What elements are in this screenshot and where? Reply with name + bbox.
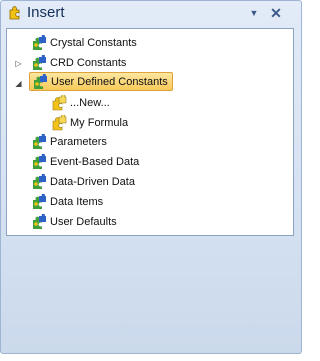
expand-icon[interactable]: ▷ bbox=[14, 59, 23, 68]
tree-item-new[interactable]: ...New... bbox=[51, 94, 110, 112]
puzzle-icon bbox=[31, 153, 47, 170]
tree-item-label: Data-Driven Data bbox=[50, 176, 135, 188]
puzzle-icon bbox=[31, 213, 47, 230]
tree-item-label: User Defaults bbox=[50, 216, 117, 228]
puzzle-icon bbox=[31, 34, 47, 51]
tree-item-label: User Defined Constants bbox=[51, 75, 168, 88]
tree-item-label: CRD Constants bbox=[50, 57, 127, 69]
puzzle-icon bbox=[31, 133, 47, 150]
puzzle-icon bbox=[31, 54, 47, 71]
tree-item-label: My Formula bbox=[70, 117, 129, 129]
tree-item-label: Crystal Constants bbox=[50, 37, 137, 49]
tree-item-label: Data Items bbox=[50, 196, 104, 208]
panel-title: Insert bbox=[27, 4, 65, 21]
pin-down-icon[interactable]: ▼ bbox=[247, 6, 261, 20]
puzzle-icon bbox=[31, 193, 47, 210]
tree-item-data-items[interactable]: Data Items bbox=[31, 193, 103, 211]
puzzle-icon bbox=[31, 173, 47, 190]
tree-item-user-defaults[interactable]: User Defaults bbox=[31, 213, 117, 231]
tree-item-label: ...New... bbox=[70, 97, 110, 109]
insert-panel: Insert ▼ ✕ Crystal Constants ▷ CRD Const… bbox=[0, 0, 302, 354]
tree-item-my-formula[interactable]: My Formula bbox=[51, 114, 128, 132]
tree-item-crystal-constants[interactable]: Crystal Constants bbox=[31, 34, 137, 52]
tree-item-event-based-data[interactable]: Event-Based Data bbox=[31, 153, 139, 171]
puzzle-icon bbox=[32, 72, 48, 90]
tree-item-data-driven-data[interactable]: Data-Driven Data bbox=[31, 173, 135, 191]
close-icon[interactable]: ✕ bbox=[269, 6, 283, 20]
tree-item-label: Parameters bbox=[50, 136, 107, 148]
tree-item-parameters[interactable]: Parameters bbox=[31, 133, 107, 151]
collapse-icon[interactable]: ◢ bbox=[14, 79, 23, 88]
tree-view[interactable]: Crystal Constants ▷ CRD Constants ◢ User… bbox=[6, 28, 294, 236]
title-bar: Insert ▼ ✕ bbox=[1, 1, 301, 25]
puzzle-yellow-icon bbox=[51, 94, 67, 111]
puzzle-yellow-icon bbox=[51, 114, 67, 131]
puzzle-icon bbox=[7, 5, 23, 21]
tree-item-crd-constants[interactable]: CRD Constants bbox=[31, 54, 126, 72]
tree-item-user-defined-constants[interactable]: User Defined Constants bbox=[29, 72, 173, 91]
tree-item-label: Event-Based Data bbox=[50, 156, 140, 168]
